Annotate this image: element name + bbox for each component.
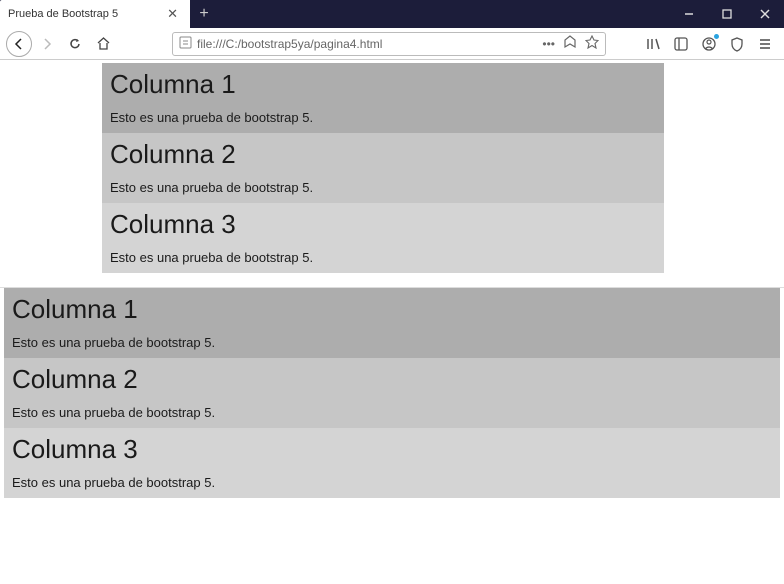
column-panel: Columna 3 Esto es una prueba de bootstra… [102, 203, 664, 273]
column-heading: Columna 1 [110, 69, 656, 100]
column-panel: Columna 2 Esto es una prueba de bootstra… [102, 133, 664, 203]
account-icon[interactable] [700, 35, 718, 53]
column-heading: Columna 3 [12, 434, 772, 465]
menu-icon[interactable] [756, 35, 774, 53]
column-text: Esto es una prueba de bootstrap 5. [12, 475, 772, 490]
library-icon[interactable] [644, 35, 662, 53]
column-panel: Columna 1 Esto es una prueba de bootstra… [102, 63, 664, 133]
column-panel: Columna 2 Esto es una prueba de bootstra… [4, 358, 780, 428]
close-window-button[interactable] [746, 0, 784, 28]
tab-title: Prueba de Bootstrap 5 [8, 8, 163, 20]
page-content: Columna 1 Esto es una prueba de bootstra… [0, 60, 784, 498]
reader-mode-icon[interactable] [563, 35, 577, 52]
column-text: Esto es una prueba de bootstrap 5. [12, 335, 772, 350]
more-actions-icon[interactable]: ••• [542, 37, 555, 51]
url-text: file:///C:/bootstrap5ya/pagina4.html [197, 37, 542, 51]
column-text: Esto es una prueba de bootstrap 5. [12, 405, 772, 420]
titlebar: Prueba de Bootstrap 5 ✕ + [0, 0, 784, 28]
sidebar-icon[interactable] [672, 35, 690, 53]
page-info-icon[interactable] [179, 36, 192, 52]
forward-button[interactable] [34, 31, 60, 57]
column-text: Esto es una prueba de bootstrap 5. [110, 250, 656, 265]
reload-button[interactable] [62, 31, 88, 57]
minimize-button[interactable] [670, 0, 708, 28]
new-tab-button[interactable]: + [190, 0, 218, 28]
column-text: Esto es una prueba de bootstrap 5. [110, 180, 656, 195]
column-heading: Columna 3 [110, 209, 656, 240]
shield-icon[interactable] [728, 35, 746, 53]
window-controls [670, 0, 784, 28]
container-fluid: Columna 1 Esto es una prueba de bootstra… [0, 288, 784, 498]
bookmark-star-icon[interactable] [585, 35, 599, 52]
close-tab-icon[interactable]: ✕ [163, 6, 182, 22]
container-fixed: Columna 1 Esto es una prueba de bootstra… [102, 63, 664, 273]
column-panel: Columna 1 Esto es una prueba de bootstra… [4, 288, 780, 358]
maximize-button[interactable] [708, 0, 746, 28]
url-bar[interactable]: file:///C:/bootstrap5ya/pagina4.html ••• [172, 32, 606, 56]
home-button[interactable] [90, 31, 116, 57]
column-text: Esto es una prueba de bootstrap 5. [110, 110, 656, 125]
back-button[interactable] [6, 31, 32, 57]
column-heading: Columna 2 [110, 139, 656, 170]
browser-tab[interactable]: Prueba de Bootstrap 5 ✕ [0, 0, 190, 28]
toolbar: file:///C:/bootstrap5ya/pagina4.html ••• [0, 28, 784, 60]
column-panel: Columna 3 Esto es una prueba de bootstra… [4, 428, 780, 498]
column-heading: Columna 1 [12, 294, 772, 325]
column-heading: Columna 2 [12, 364, 772, 395]
